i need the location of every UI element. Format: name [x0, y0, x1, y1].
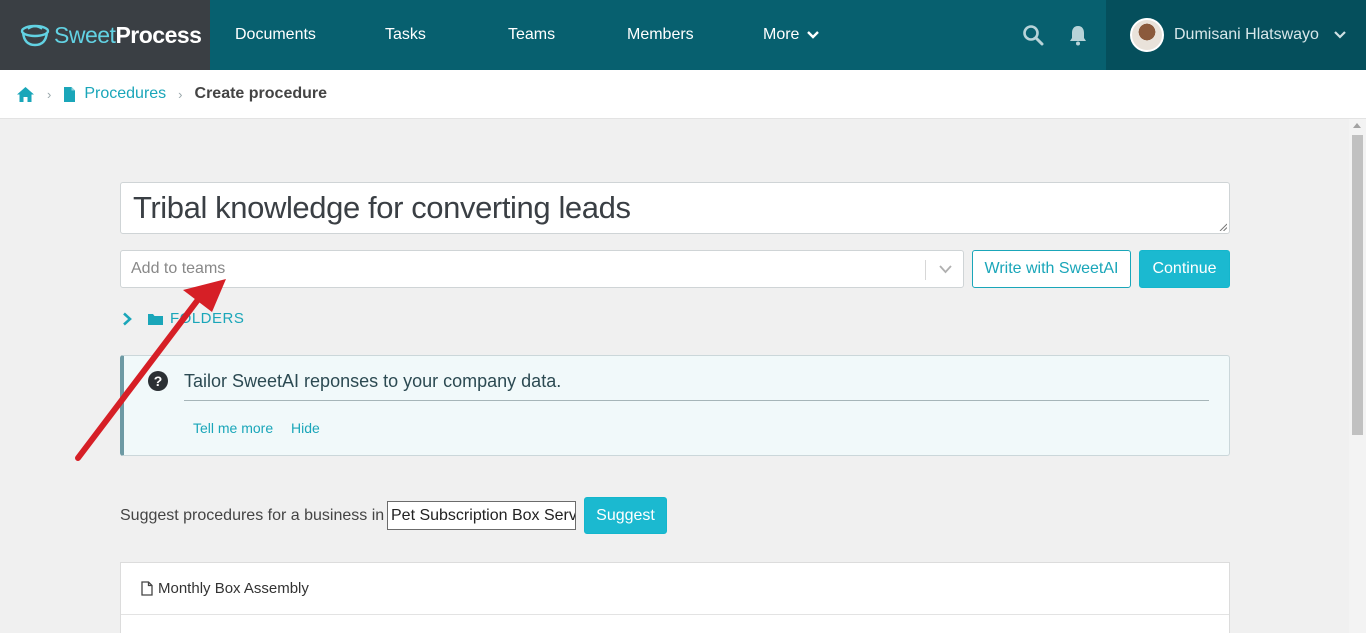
resize-handle-icon[interactable]	[1219, 223, 1227, 231]
hide-link[interactable]: Hide	[291, 420, 320, 436]
nav-teams[interactable]: Teams	[508, 0, 555, 70]
suggest-button[interactable]: Suggest	[584, 497, 667, 534]
nav-documents[interactable]: Documents	[235, 0, 316, 70]
procedure-title-input[interactable]: Tribal knowledge for converting leads	[120, 182, 1230, 234]
breadcrumb: › Procedures › Create procedure	[0, 70, 1366, 119]
tell-me-more-link[interactable]: Tell me more	[193, 420, 273, 436]
breadcrumb-procedures-link[interactable]: Procedures	[84, 85, 166, 103]
folder-icon	[148, 313, 163, 325]
cup-logo-icon	[20, 24, 50, 47]
logo-sweet-text: Sweet	[54, 21, 116, 48]
continue-button[interactable]: Continue	[1139, 250, 1230, 288]
nav-tasks-label: Tasks	[385, 26, 426, 43]
select-divider	[925, 260, 926, 280]
suggest-label: Suggest procedures for a business in	[120, 507, 385, 524]
suggested-procedures-list: Monthly Box Assembly	[120, 562, 1230, 633]
chevron-down-icon	[1334, 31, 1346, 39]
write-with-sweetai-button[interactable]: Write with SweetAI	[972, 250, 1131, 288]
chevron-right-icon	[123, 312, 132, 325]
folders-label: FOLDERS	[170, 310, 245, 327]
chevron-right-icon: ›	[47, 86, 52, 102]
chevron-down-icon[interactable]	[939, 265, 952, 274]
home-icon[interactable]	[16, 86, 35, 103]
logo-process-text: Process	[115, 21, 202, 48]
nav-members-label: Members	[627, 26, 694, 43]
info-message: Tailor SweetAI reponses to your company …	[184, 371, 562, 391]
folders-toggle[interactable]: FOLDERS	[122, 310, 244, 327]
info-divider	[184, 400, 1209, 401]
business-type-input[interactable]: Pet Subscription Box Service	[387, 501, 576, 530]
chevron-right-icon: ›	[178, 86, 183, 102]
breadcrumb-current: Create procedure	[194, 85, 328, 102]
business-type-value: Pet Subscription Box Service	[391, 506, 575, 524]
user-menu[interactable]: Dumisani Hlatswayo	[1106, 0, 1366, 70]
document-icon	[64, 86, 76, 102]
nav-tasks[interactable]: Tasks	[385, 0, 426, 70]
user-name: Dumisani Hlatswayo	[1174, 26, 1319, 43]
nav-more-label: More	[763, 26, 800, 43]
procedure-title-value: Tribal knowledge for converting leads	[133, 190, 631, 225]
page-scrollbar[interactable]	[1349, 119, 1366, 633]
teams-placeholder: Add to teams	[131, 260, 226, 277]
avatar	[1130, 18, 1164, 52]
scroll-up-arrow-icon[interactable]	[1353, 123, 1361, 128]
nav-documents-label: Documents	[235, 26, 316, 43]
bell-icon[interactable]	[1066, 23, 1090, 47]
chevron-down-icon	[807, 31, 820, 39]
scroll-thumb[interactable]	[1352, 135, 1363, 435]
add-to-teams-select[interactable]: Add to teams	[120, 250, 964, 288]
nav-more[interactable]: More	[763, 0, 820, 70]
document-outline-icon	[141, 581, 153, 596]
search-icon[interactable]	[1021, 23, 1045, 47]
nav-teams-label: Teams	[508, 26, 556, 43]
top-navbar: Sweet Process Documents Tasks Teams Membe…	[0, 0, 1366, 70]
nav-members[interactable]: Members	[627, 0, 694, 70]
sweetprocess-logo[interactable]: Sweet Process	[0, 0, 210, 70]
question-icon: ?	[148, 371, 168, 391]
list-item-label: Monthly Box Assembly	[158, 580, 309, 597]
sweetai-info-box: ? Tailor SweetAI reponses to your compan…	[120, 355, 1230, 456]
list-item[interactable]: Monthly Box Assembly	[121, 563, 1229, 615]
